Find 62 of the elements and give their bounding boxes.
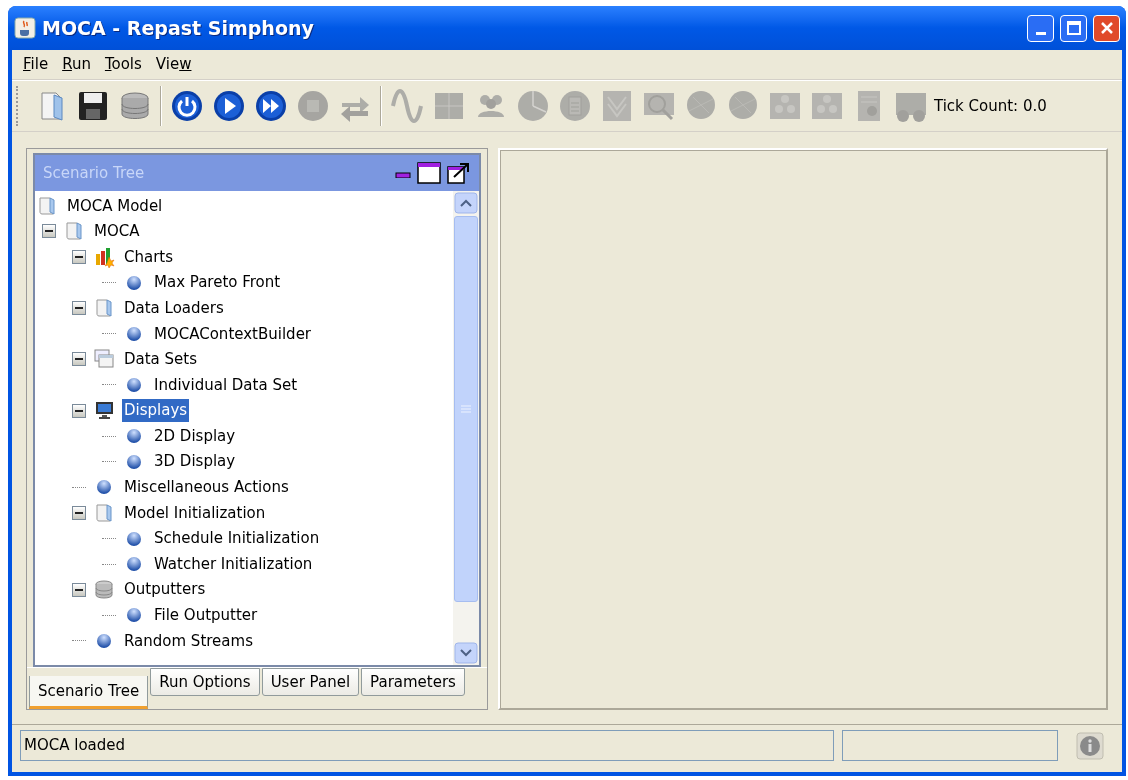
tree-item[interactable]: Model Initialization <box>122 501 268 525</box>
minimize-button[interactable] <box>1027 14 1054 42</box>
scrollbar[interactable] <box>453 191 479 665</box>
collapse-toggle[interactable] <box>72 250 86 264</box>
tab[interactable]: Scenario Tree <box>29 676 149 709</box>
monitor-icon <box>94 399 116 422</box>
collapse-toggle[interactable] <box>72 582 86 597</box>
menu-item[interactable]: File <box>18 53 54 76</box>
tree-item[interactable]: Miscellaneous Actions <box>122 476 291 499</box>
tree-item[interactable]: File Outputter <box>152 604 260 627</box>
tree-item[interactable]: Displays <box>122 399 190 422</box>
float-window-icon[interactable] <box>447 161 471 185</box>
menu-item[interactable]: Run <box>57 53 96 76</box>
maximize-icon[interactable] <box>417 162 441 184</box>
tree-item[interactable]: Watcher Initialization <box>152 552 315 576</box>
tree-item[interactable]: Max Pareto Front <box>152 271 283 294</box>
fast-forward-icon <box>254 89 288 123</box>
tree-item[interactable]: Outputters <box>122 578 208 601</box>
minimize-icon <box>1035 31 1046 35</box>
tree-item[interactable]: MOCA <box>92 220 142 243</box>
info-icon[interactable] <box>1076 731 1104 760</box>
java-cup-icon <box>14 17 36 39</box>
scroll-down-icon[interactable] <box>454 642 478 664</box>
collapse-toggle[interactable] <box>72 403 86 418</box>
maximize-icon <box>1066 21 1081 35</box>
tree-item[interactable]: Data Sets <box>122 348 200 371</box>
close-button[interactable] <box>1093 14 1120 42</box>
collapse-toggle[interactable] <box>72 301 86 316</box>
status-message: MOCA loaded <box>20 730 834 761</box>
scroll-thumb[interactable] <box>454 216 478 602</box>
tree-item[interactable]: 2D Display <box>152 424 238 448</box>
tree-item[interactable]: Data Loaders <box>122 296 226 320</box>
panel-title: Scenario Tree <box>43 162 145 184</box>
menu-item[interactable]: View <box>150 53 197 76</box>
tick-count: Tick Count: 0.0 <box>934 95 1047 117</box>
tab[interactable]: Run Options <box>150 668 260 696</box>
windows-icon <box>94 348 116 371</box>
tree-item[interactable]: Schedule Initialization <box>152 527 322 550</box>
tree-item[interactable]: Individual Data Set <box>152 373 300 397</box>
scroll-up-icon[interactable] <box>454 192 478 214</box>
tab[interactable]: Parameters <box>361 668 465 696</box>
play-icon <box>212 89 246 123</box>
tree-item[interactable]: 3D Display <box>152 450 238 473</box>
collapse-toggle[interactable] <box>42 224 56 239</box>
maximize-button[interactable] <box>1060 14 1087 42</box>
tree-item[interactable]: MOCAContextBuilder <box>152 322 314 345</box>
collapse-toggle[interactable] <box>72 505 86 520</box>
tree-item[interactable]: Random Streams <box>122 629 255 653</box>
power-icon <box>170 89 204 123</box>
database-icon <box>94 578 116 601</box>
stop-icon <box>296 89 330 123</box>
menu-item[interactable]: Tools <box>99 53 147 76</box>
calculator-icon <box>558 89 592 123</box>
close-icon <box>1099 21 1114 35</box>
tree-item[interactable]: MOCA Model <box>65 194 165 218</box>
save-icon <box>76 89 110 123</box>
collapse-toggle[interactable] <box>72 352 86 367</box>
wave-icon <box>390 89 424 123</box>
pie-chart-icon <box>516 89 550 123</box>
tab[interactable]: User Panel <box>261 668 360 696</box>
window-title: MOCA - Repast Simphony <box>42 15 314 41</box>
tree-item[interactable]: Charts <box>122 245 176 269</box>
